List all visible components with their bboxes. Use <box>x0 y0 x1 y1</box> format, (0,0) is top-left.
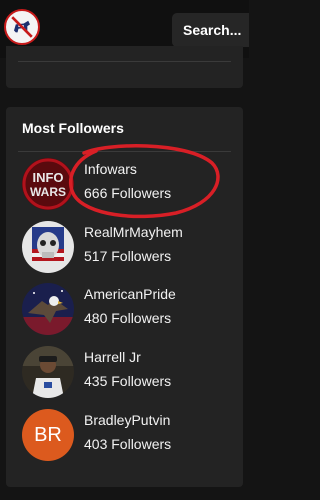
divider <box>18 151 231 152</box>
sidebar-card <box>6 46 243 88</box>
follower-count: 517 Followers <box>84 248 172 264</box>
follower-item-harrell-jr[interactable]: Harrell Jr 435 Followers <box>20 346 230 402</box>
infowars-avatar[interactable]: INFO WARS <box>22 158 74 210</box>
follower-name[interactable]: RealMrMayhem <box>84 224 183 240</box>
follower-name[interactable]: AmericanPride <box>84 286 176 302</box>
follower-name[interactable]: BradleyPutvin <box>84 412 170 428</box>
follower-item-infowars[interactable]: INFO WARS Infowars 666 Followers <box>20 158 230 214</box>
follower-count: 403 Followers <box>84 436 172 452</box>
widget-title: Most Followers <box>22 120 124 136</box>
follower-name[interactable]: Harrell Jr <box>84 349 141 365</box>
follower-count: 666 Followers <box>84 185 172 201</box>
follower-item-bradleyputvin[interactable]: BR BradleyPutvin 403 Followers <box>20 409 230 465</box>
search-button[interactable]: Search... <box>172 13 249 47</box>
svg-text:WARS: WARS <box>30 185 66 199</box>
initials-avatar[interactable]: BR <box>22 409 74 461</box>
follower-item-americanpride[interactable]: AmericanPride 480 Followers <box>20 283 230 339</box>
divider <box>18 61 231 62</box>
follower-name[interactable]: Infowars <box>84 161 137 177</box>
person-avatar[interactable] <box>22 346 74 398</box>
follower-count: 480 Followers <box>84 310 172 326</box>
no-donkey-logo-icon[interactable] <box>4 9 40 45</box>
follower-item-realmrmayhem[interactable]: RealMrMayhem 517 Followers <box>20 221 230 277</box>
skull-flag-avatar[interactable] <box>22 221 74 273</box>
follower-count: 435 Followers <box>84 373 172 389</box>
svg-text:INFO: INFO <box>32 170 63 185</box>
eagle-avatar[interactable] <box>22 283 74 335</box>
most-followers-widget: Most Followers INFO WARS Infowars 666 Fo… <box>6 107 243 487</box>
